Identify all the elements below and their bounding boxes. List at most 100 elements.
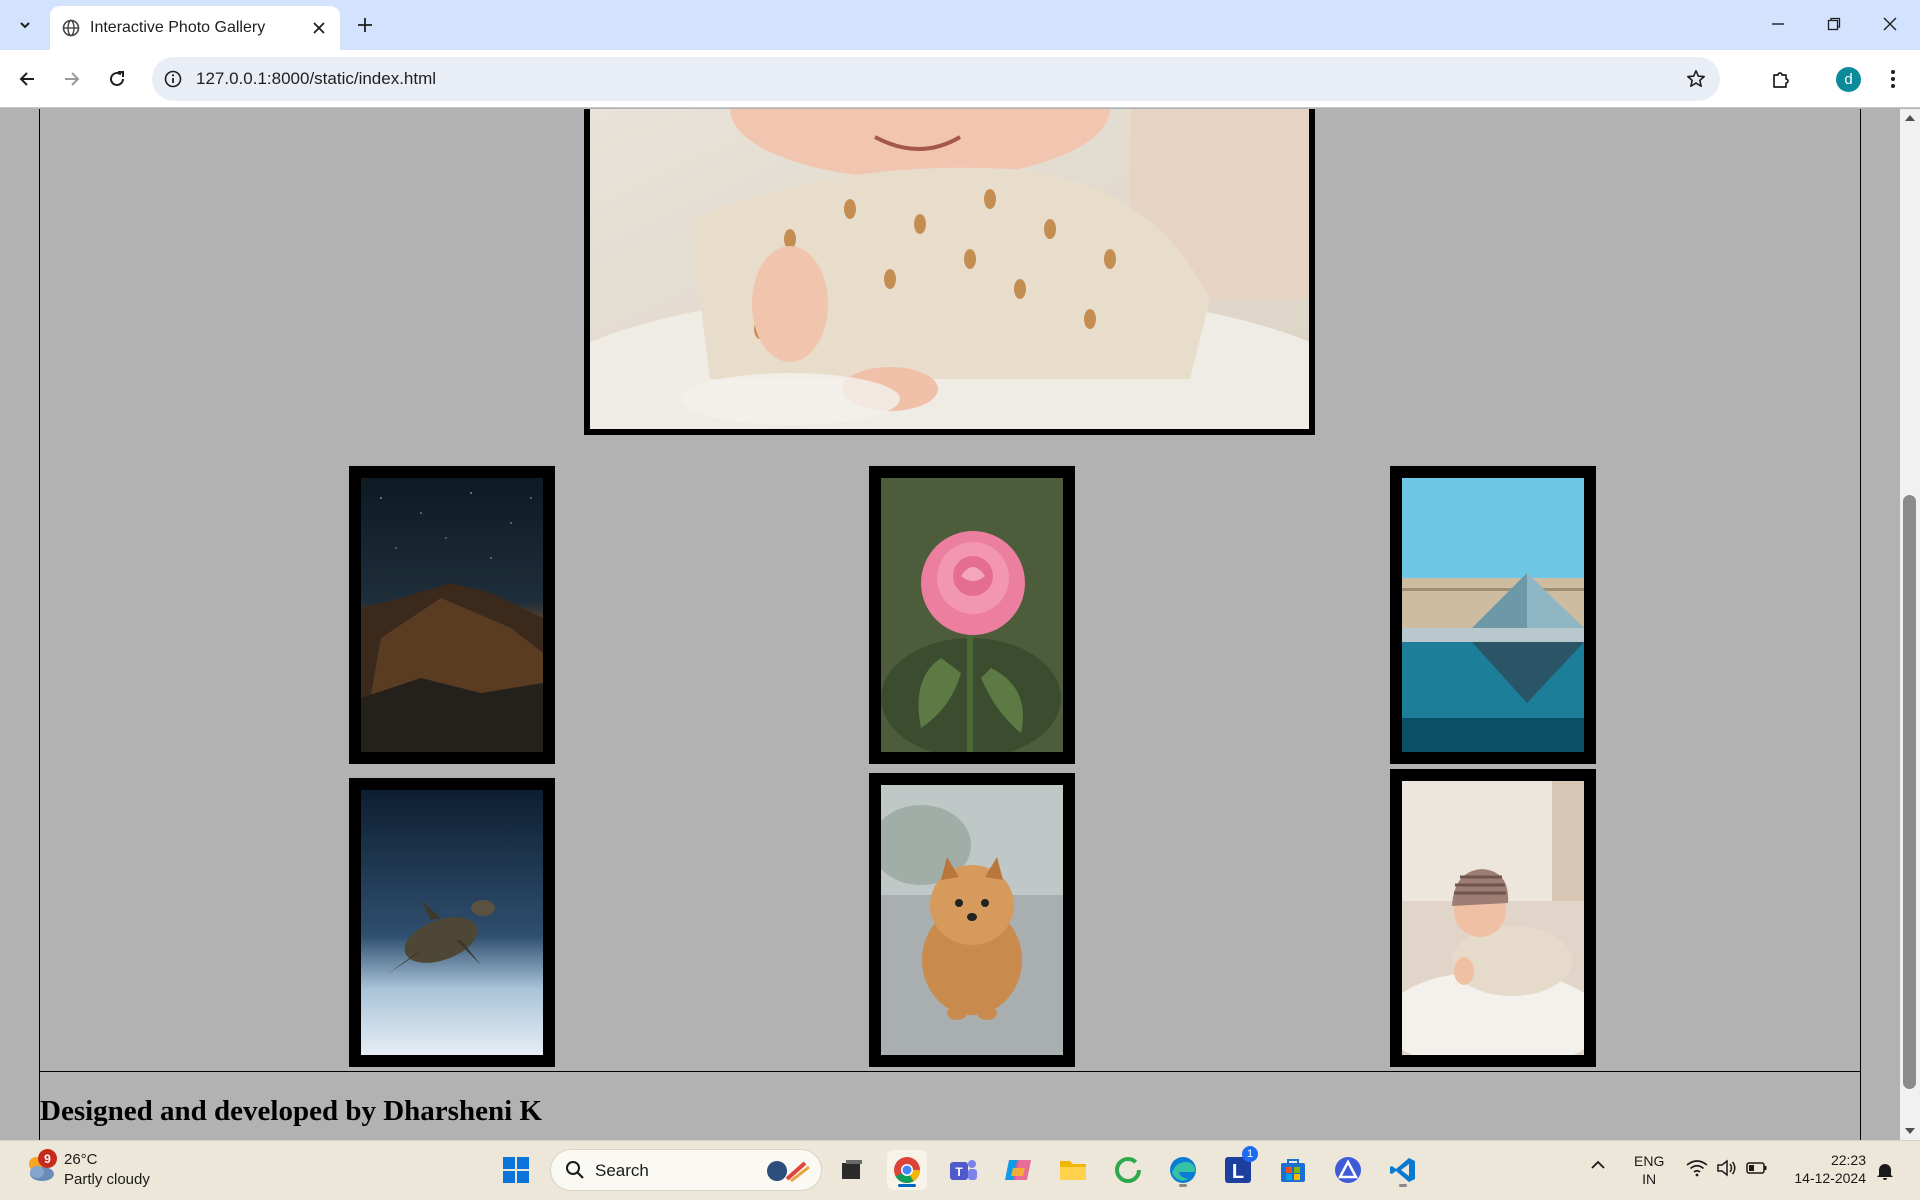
profile-avatar[interactable]: d xyxy=(1836,67,1861,92)
notification-bell-icon[interactable] xyxy=(1876,1161,1894,1181)
more-vertical-icon xyxy=(1891,70,1895,88)
taskbar-chrome[interactable] xyxy=(887,1150,927,1190)
task-view-button[interactable] xyxy=(832,1150,872,1190)
browser-menu-button[interactable] xyxy=(1876,62,1910,96)
running-indicator xyxy=(1179,1184,1187,1187)
site-info-button[interactable] xyxy=(162,68,184,90)
clock-time: 22:23 xyxy=(1830,1152,1866,1168)
chrome-icon xyxy=(894,1157,921,1184)
weather-temperature[interactable]: 26°C xyxy=(64,1151,98,1168)
thumbnail-baby[interactable] xyxy=(1390,769,1596,1067)
photo-pink-rose xyxy=(881,478,1063,752)
language-indicator[interactable]: ENG IN xyxy=(1634,1152,1664,1188)
taskbar-search[interactable]: Search xyxy=(550,1149,822,1191)
clock-date: 14-12-2024 xyxy=(1794,1170,1866,1186)
new-tab-button[interactable] xyxy=(350,10,380,40)
running-indicator xyxy=(1399,1184,1407,1187)
featured-photo-baby xyxy=(530,109,1370,509)
store-icon xyxy=(1281,1159,1305,1182)
back-arrow-icon xyxy=(19,72,34,86)
minimize-icon xyxy=(1772,23,1784,25)
taskbar-file-explorer[interactable] xyxy=(1053,1150,1093,1190)
restore-button[interactable] xyxy=(1806,0,1862,48)
language-region: IN xyxy=(1642,1171,1657,1187)
edge-icon xyxy=(1170,1157,1196,1183)
taskbar-teams[interactable]: T xyxy=(943,1150,983,1190)
weather-description[interactable]: Partly cloudy xyxy=(64,1171,150,1188)
svg-text:T: T xyxy=(955,1165,963,1179)
triangle-app-icon xyxy=(1335,1157,1361,1183)
taskbar-app-a[interactable] xyxy=(1328,1150,1368,1190)
url-text[interactable]: 127.0.0.1:8000/static/index.html xyxy=(196,69,436,89)
close-icon xyxy=(313,22,325,34)
battery-icon[interactable] xyxy=(1746,1159,1768,1177)
scroll-up-arrow-icon[interactable] xyxy=(1904,113,1916,123)
globe-icon xyxy=(62,19,80,37)
thumbnail-puppy[interactable] xyxy=(869,773,1075,1067)
folder-icon xyxy=(1060,1161,1086,1180)
footer-credit: Designed and developed by Dharsheni K xyxy=(40,1095,542,1127)
taskbar-app-ring[interactable] xyxy=(1108,1150,1148,1190)
tab-search-button[interactable] xyxy=(10,10,40,40)
photo-sea-turtle xyxy=(361,790,543,1055)
taskbar-vscode[interactable] xyxy=(1383,1150,1423,1190)
scrollbar-thumb[interactable] xyxy=(1903,495,1916,1089)
address-bar[interactable]: 127.0.0.1:8000/static/index.html xyxy=(152,57,1720,101)
page-viewport: Designed and developed by Dharsheni K xyxy=(0,109,1900,1140)
vscode-icon xyxy=(1390,1158,1415,1182)
bookmark-button[interactable] xyxy=(1684,67,1708,91)
forward-button[interactable] xyxy=(55,62,89,96)
system-clock[interactable]: 22:23 14-12-2024 xyxy=(1782,1151,1866,1187)
footer-divider xyxy=(39,1071,1861,1072)
svg-text:L: L xyxy=(1232,1161,1244,1183)
info-icon xyxy=(164,70,182,88)
tab-close-button[interactable] xyxy=(308,17,330,39)
thumbnail-turtle[interactable] xyxy=(349,778,555,1067)
start-button[interactable] xyxy=(496,1150,536,1190)
photo-mountain-night xyxy=(361,478,543,752)
restore-icon xyxy=(1827,17,1841,31)
task-view-icon xyxy=(842,1160,862,1179)
weather-notification-badge: 9 xyxy=(38,1149,57,1168)
close-window-button[interactable] xyxy=(1862,0,1918,48)
chevron-up-icon[interactable] xyxy=(1590,1159,1606,1171)
plus-icon xyxy=(358,18,372,32)
search-icon xyxy=(566,1161,584,1179)
tab-strip: Interactive Photo Gallery xyxy=(0,0,1920,50)
l-app-badge: 1 xyxy=(1242,1146,1258,1162)
windows-taskbar: 9 26°C Partly cloudy Search T L 1 ENG IN… xyxy=(0,1140,1920,1200)
photo-pomeranian xyxy=(881,785,1063,1055)
browser-toolbar: 127.0.0.1:8000/static/index.html d xyxy=(0,50,1920,108)
copilot-icon xyxy=(1005,1160,1031,1180)
search-highlight-icon xyxy=(767,1161,810,1183)
puzzle-icon xyxy=(1773,72,1789,88)
scroll-down-arrow-icon[interactable] xyxy=(1904,1126,1916,1136)
reload-button[interactable] xyxy=(100,62,134,96)
teams-icon: T xyxy=(950,1160,977,1180)
taskbar-edge[interactable] xyxy=(1163,1150,1203,1190)
forward-arrow-icon xyxy=(65,72,80,86)
wifi-icon[interactable] xyxy=(1686,1159,1708,1177)
taskbar-copilot[interactable] xyxy=(998,1150,1038,1190)
photo-baby-knit-hat xyxy=(1402,781,1584,1055)
back-button[interactable] xyxy=(10,62,44,96)
thumbnail-louvre[interactable] xyxy=(1390,466,1596,764)
featured-photo-frame[interactable] xyxy=(530,109,1370,509)
star-icon xyxy=(1687,70,1705,87)
taskbar-l-app[interactable]: L 1 xyxy=(1218,1146,1258,1190)
volume-icon[interactable] xyxy=(1716,1159,1738,1177)
extensions-button[interactable] xyxy=(1764,62,1798,96)
photo-louvre-pyramid xyxy=(1402,478,1584,752)
windows-logo-icon xyxy=(503,1157,529,1183)
running-indicator xyxy=(898,1184,916,1187)
close-icon xyxy=(1883,17,1897,31)
thumbnail-rose[interactable] xyxy=(869,466,1075,764)
chevron-down-icon xyxy=(20,22,30,29)
search-label: Search xyxy=(595,1161,649,1180)
language-code: ENG xyxy=(1634,1153,1665,1169)
page-scrollbar[interactable] xyxy=(1900,109,1920,1140)
tab-active[interactable]: Interactive Photo Gallery xyxy=(50,6,340,50)
minimize-button[interactable] xyxy=(1750,0,1806,48)
thumbnail-mountain[interactable] xyxy=(349,466,555,764)
taskbar-store[interactable] xyxy=(1273,1150,1313,1190)
